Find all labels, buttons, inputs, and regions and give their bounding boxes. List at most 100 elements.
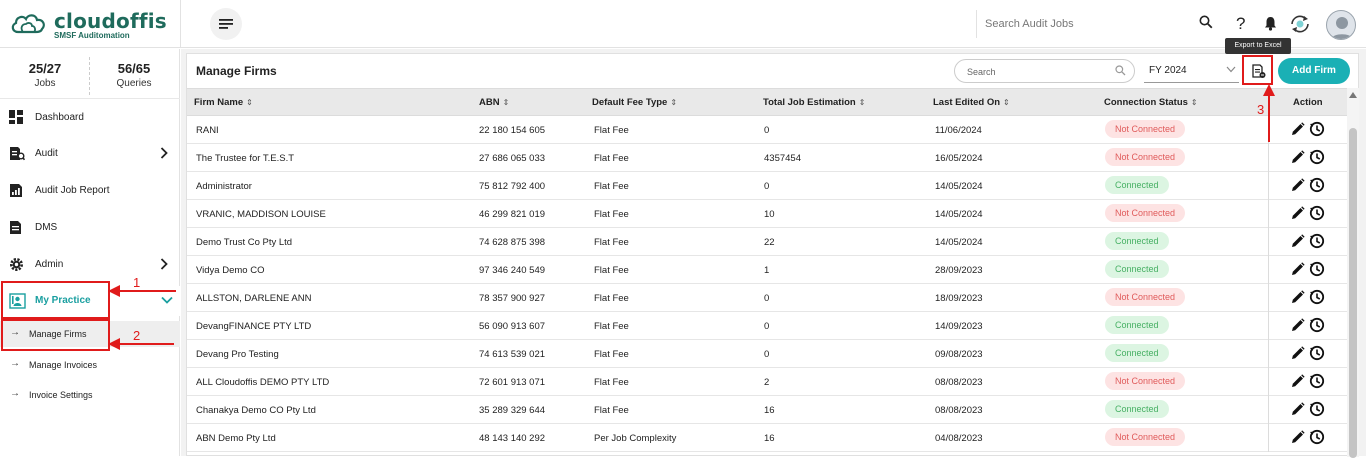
history-icon[interactable]: [1309, 345, 1325, 361]
report-icon: [10, 184, 22, 197]
cell-abn: 22 180 154 605: [479, 125, 546, 136]
export-tooltip: Export to Excel: [1225, 38, 1291, 54]
cell-name: ALL Cloudoffis DEMO PTY LTD: [196, 377, 330, 388]
edit-icon[interactable]: [1291, 150, 1305, 164]
table-row[interactable]: Administrator 75 812 792 400 Flat Fee 0 14/0…: [187, 172, 1347, 200]
cell-fee: Flat Fee: [594, 237, 629, 248]
sidebar-item-audit[interactable]: Audit: [0, 139, 180, 169]
logo[interactable]: cloudoffis SMSF Auditomation: [10, 8, 170, 40]
column-header-total-job-estimation[interactable]: Total Job Estimation ⇕: [763, 97, 865, 108]
table-row[interactable]: Vidya Demo CO 97 346 240 549 Flat Fee 1 28/0…: [187, 256, 1347, 284]
history-icon[interactable]: [1309, 373, 1325, 389]
edit-icon[interactable]: [1291, 290, 1305, 304]
arrow-right-icon: →: [10, 388, 20, 399]
arrow-head-icon: [1263, 84, 1275, 96]
sidebar-item-label: Admin: [35, 259, 64, 270]
edit-icon[interactable]: [1291, 206, 1305, 220]
bell-icon[interactable]: [1264, 16, 1277, 31]
table-header: Firm Name ⇕ ABN ⇕ Default Fee Type ⇕ Total …: [187, 88, 1347, 116]
cell-est: 16: [764, 433, 775, 444]
table-row[interactable]: ALL Cloudoffis DEMO PTY LTD 72 601 913 07…: [187, 368, 1347, 396]
column-header-abn[interactable]: ABN ⇕: [479, 97, 509, 108]
edit-icon[interactable]: [1291, 374, 1305, 388]
audit-job-search-input[interactable]: [985, 14, 1185, 34]
table-row[interactable]: RANI 22 180 154 605 Flat Fee 0 11/06/2024 Not…: [187, 116, 1347, 144]
cell-fee: Flat Fee: [594, 405, 629, 416]
status-badge: Not Connected: [1105, 120, 1186, 138]
column-header-default-fee-type[interactable]: Default Fee Type ⇕: [592, 97, 677, 108]
history-icon[interactable]: [1309, 401, 1325, 417]
add-firm-button[interactable]: Add Firm: [1278, 58, 1350, 84]
edit-icon[interactable]: [1291, 346, 1305, 360]
edit-icon[interactable]: [1291, 178, 1305, 192]
cell-edited: 14/05/2024: [935, 209, 983, 220]
table-row[interactable]: VRANIC, MADDISON LOUISE 46 299 821 019 Fla…: [187, 200, 1347, 228]
cell-abn: 74 613 539 021: [479, 349, 546, 360]
column-header-action: Action: [1293, 97, 1323, 108]
edit-icon[interactable]: [1291, 262, 1305, 276]
column-header-connection-status[interactable]: Connection Status ⇕: [1104, 97, 1198, 108]
edit-icon[interactable]: [1291, 402, 1305, 416]
hamburger-menu-button[interactable]: [210, 8, 242, 40]
cell-abn: 97 346 240 549: [479, 265, 546, 276]
status-badge: Connected: [1105, 316, 1169, 334]
table-row[interactable]: Devang Pro Testing 74 613 539 021 Flat Fee…: [187, 340, 1347, 368]
cell-name: RANI: [196, 125, 219, 136]
history-icon[interactable]: [1309, 429, 1325, 445]
edit-icon[interactable]: [1291, 430, 1305, 444]
cell-name: ABN Demo Pty Ltd: [196, 433, 276, 444]
search-icon[interactable]: [1199, 15, 1213, 29]
history-icon[interactable]: [1309, 317, 1325, 333]
brand-tagline: SMSF Auditomation: [54, 31, 130, 40]
arrow-right-icon: →: [10, 358, 20, 369]
action-cell: [1268, 340, 1347, 368]
jobs-stat[interactable]: 25/27 Jobs: [0, 61, 90, 89]
table-row[interactable]: Chanakya Demo CO Pty Ltd 35 289 329 644 Fl…: [187, 396, 1347, 424]
cell-edited: 11/06/2024: [935, 125, 982, 136]
sidebar-item-dms[interactable]: DMS: [0, 213, 180, 243]
cell-name: Administrator: [196, 181, 252, 192]
history-icon[interactable]: [1309, 149, 1325, 165]
history-icon[interactable]: [1309, 205, 1325, 221]
sidebar-item-dashboard[interactable]: Dashboard: [0, 103, 180, 133]
edit-icon[interactable]: [1291, 318, 1305, 332]
subnav-manage-invoices[interactable]: → Manage Invoices: [0, 352, 180, 378]
history-icon[interactable]: [1309, 177, 1325, 193]
history-icon[interactable]: [1309, 261, 1325, 277]
history-icon[interactable]: [1309, 121, 1325, 137]
scroll-up-icon[interactable]: [1347, 90, 1359, 100]
status-badge: Not Connected: [1105, 372, 1186, 390]
sidebar-item-admin[interactable]: Admin: [0, 250, 180, 280]
avatar[interactable]: [1326, 10, 1356, 40]
cell-est: 4357454: [764, 153, 801, 164]
subnav-invoice-settings[interactable]: → Invoice Settings: [0, 382, 180, 408]
column-label: Last Edited On: [933, 97, 1001, 108]
scroll-thumb[interactable]: [1349, 128, 1357, 458]
cell-abn: 46 299 821 019: [479, 209, 546, 220]
firm-search-input[interactable]: [967, 64, 1107, 79]
action-cell: [1268, 256, 1347, 284]
history-icon[interactable]: [1309, 289, 1325, 305]
table-row[interactable]: DevangFINANCE PTY LTD 56 090 913 607 Flat …: [187, 312, 1347, 340]
sidebar: 25/27 Jobs 56/65 Queries Dashboard Audit: [0, 49, 180, 456]
edit-icon[interactable]: [1291, 122, 1305, 136]
table-row[interactable]: ALLSTON, DARLENE ANN 78 357 900 927 Flat F…: [187, 284, 1347, 312]
queries-stat[interactable]: 56/65 Queries: [89, 61, 179, 89]
cell-est: 2: [764, 377, 770, 388]
table-row[interactable]: The Trustee for T.E.S.T 27 686 065 033 Fla…: [187, 144, 1347, 172]
table-row[interactable]: ABN Demo Pty Ltd 48 143 140 292 Per Job Co…: [187, 424, 1347, 452]
help-icon[interactable]: ?: [1236, 14, 1245, 34]
scrollbar[interactable]: [1347, 88, 1359, 458]
fy-select[interactable]: FY 2024: [1144, 59, 1239, 83]
cell-est: 0: [764, 181, 770, 192]
column-header-firm-name[interactable]: Firm Name ⇕: [194, 97, 253, 108]
gear-icon: [10, 258, 23, 271]
search-icon[interactable]: [1115, 65, 1126, 76]
table-row[interactable]: Demo Trust Co Pty Ltd 74 628 875 398 Flat …: [187, 228, 1347, 256]
sidebar-item-audit-job-report[interactable]: Audit Job Report: [0, 176, 180, 206]
column-header-last-edited-on[interactable]: Last Edited On ⇕: [933, 97, 1010, 108]
cell-edited: 14/05/2024: [935, 181, 983, 192]
sync-icon[interactable]: [1288, 13, 1312, 35]
edit-icon[interactable]: [1291, 234, 1305, 248]
history-icon[interactable]: [1309, 233, 1325, 249]
